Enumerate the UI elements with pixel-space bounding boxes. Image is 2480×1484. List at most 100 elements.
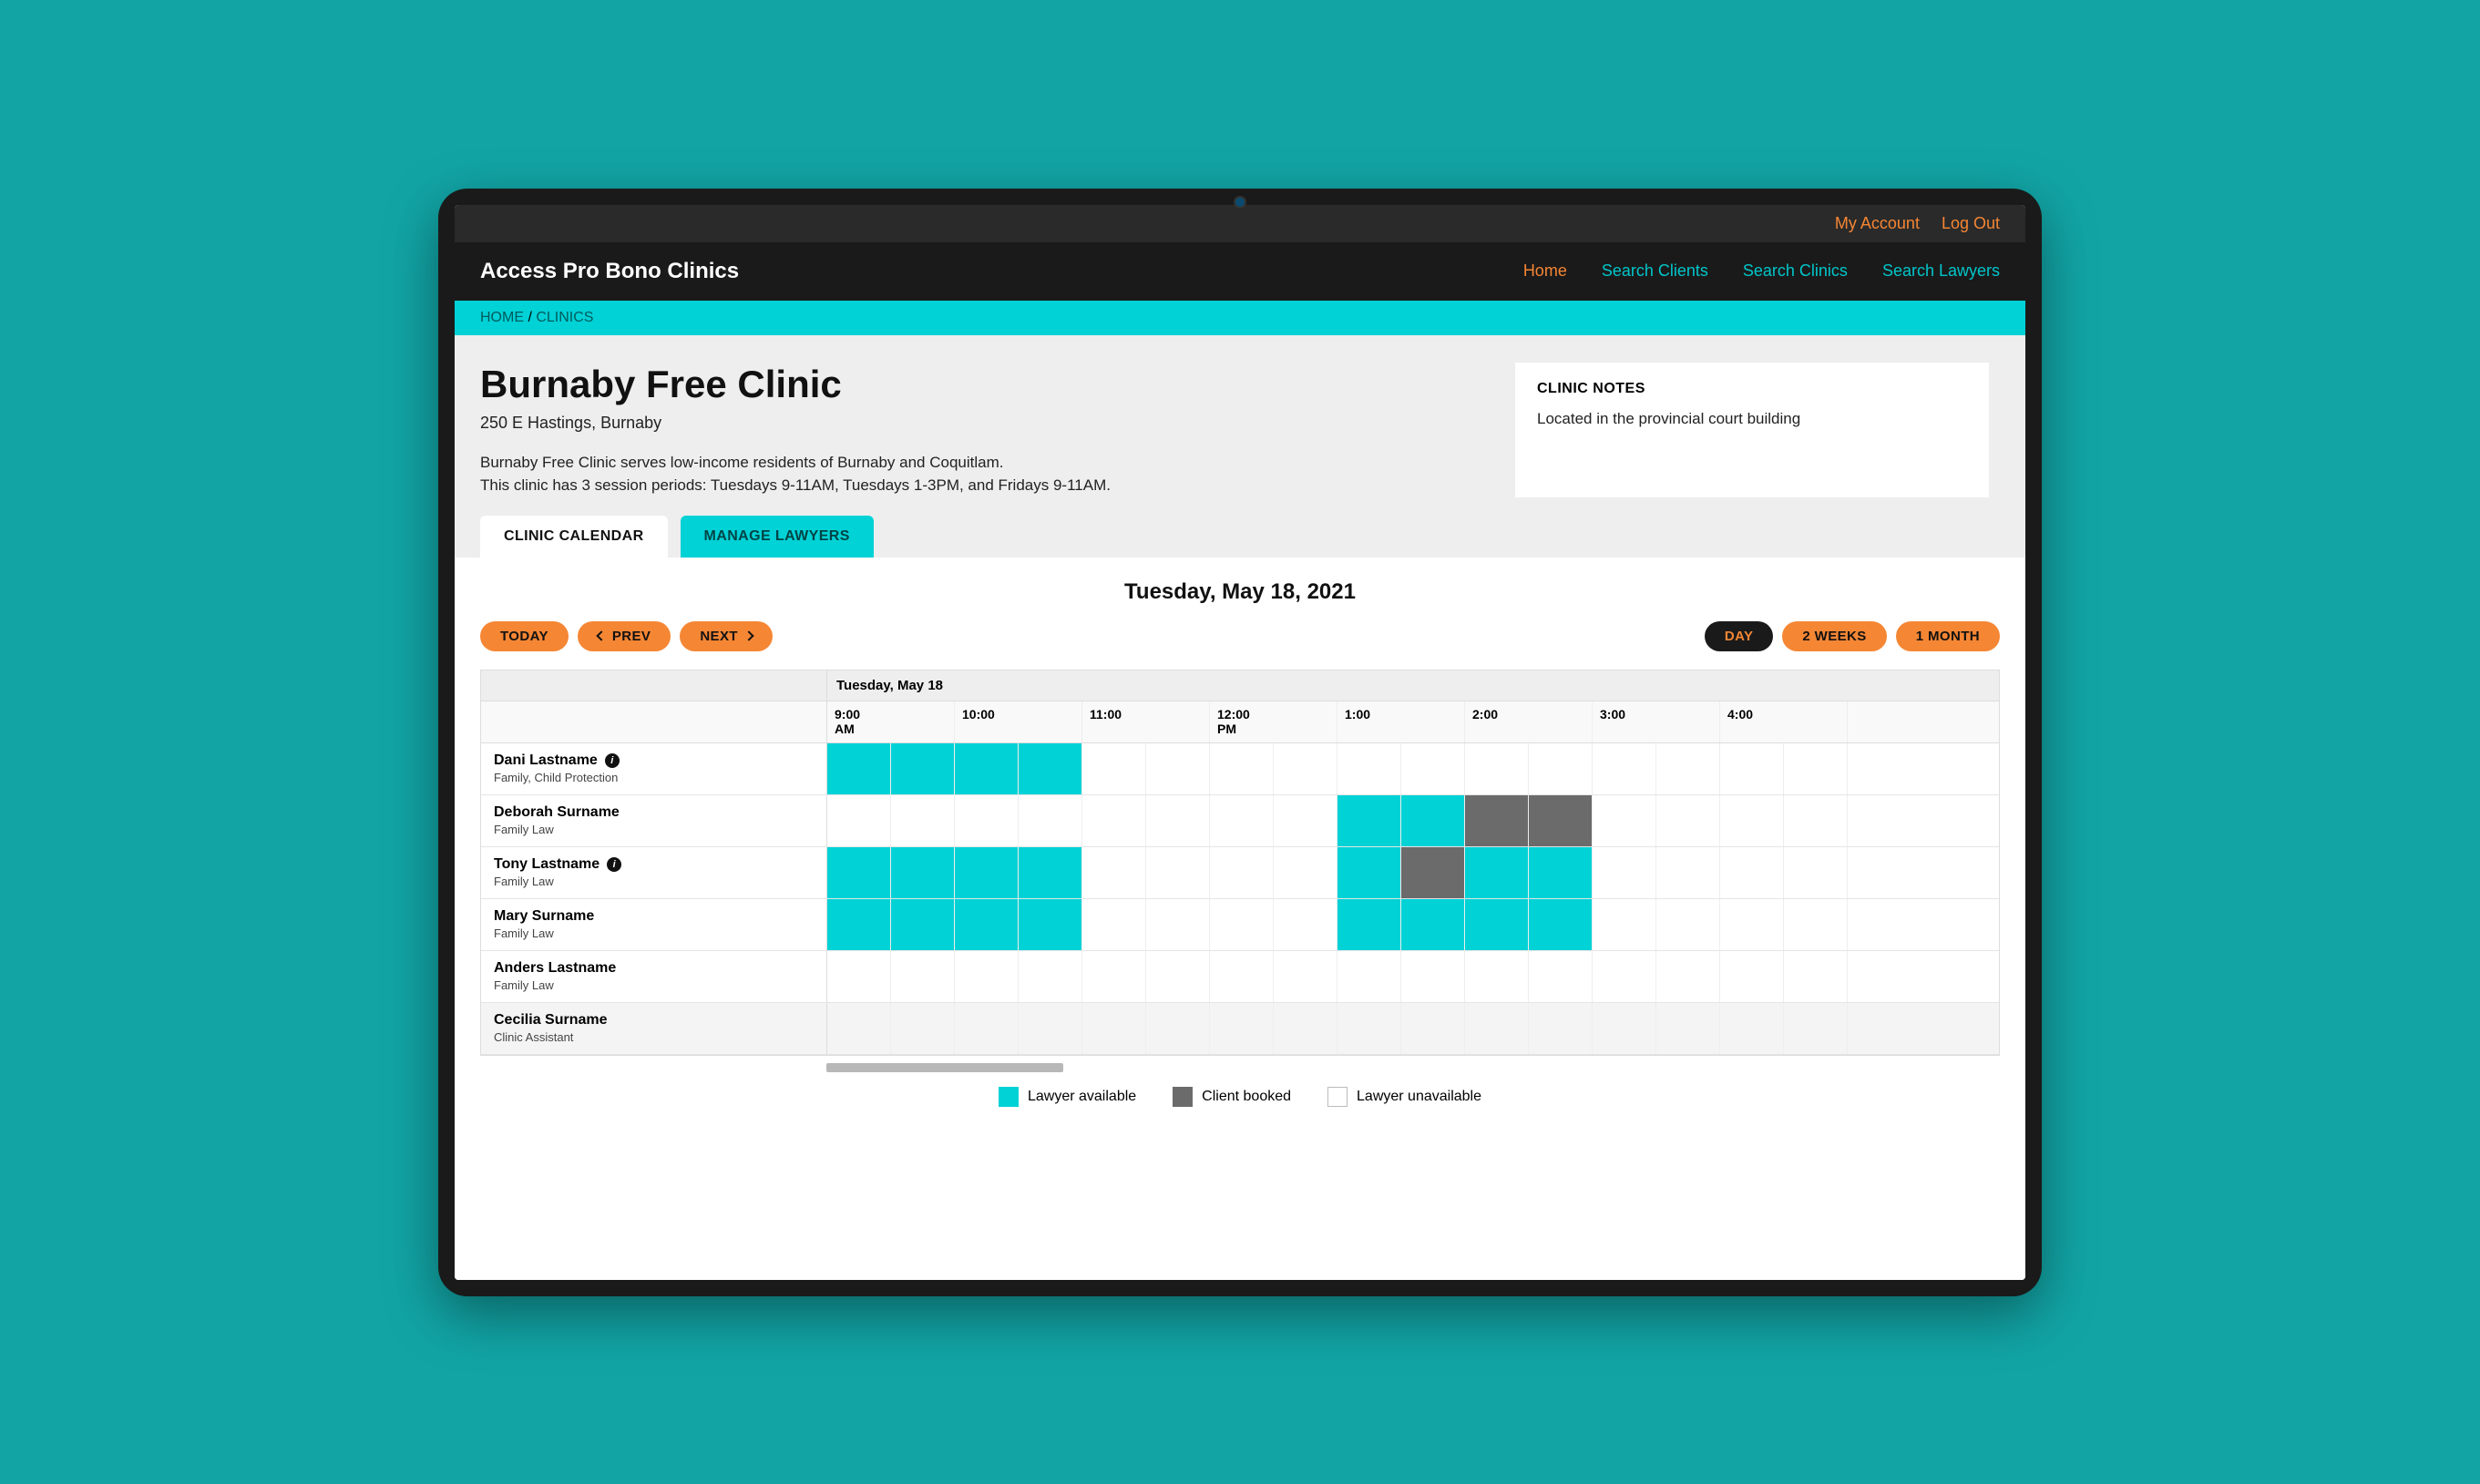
slot-empty[interactable] [1784, 899, 1848, 950]
slot-available[interactable] [1401, 899, 1465, 950]
logout-link[interactable]: Log Out [1942, 214, 2000, 233]
slot-available[interactable] [1337, 899, 1401, 950]
slot-empty[interactable] [1019, 795, 1082, 846]
slot-empty[interactable] [1656, 1003, 1720, 1054]
slot-available[interactable] [1465, 899, 1529, 950]
slot-empty[interactable] [1593, 899, 1656, 950]
slot-empty[interactable] [1146, 951, 1210, 1002]
info-icon[interactable]: i [605, 753, 620, 768]
slot-empty[interactable] [1210, 951, 1274, 1002]
slot-available[interactable] [891, 847, 955, 898]
slot-empty[interactable] [1593, 847, 1656, 898]
slot-empty[interactable] [1720, 847, 1784, 898]
slot-booked[interactable] [1529, 795, 1593, 846]
horizontal-scrollbar[interactable] [826, 1063, 1063, 1072]
slot-available[interactable] [1465, 847, 1529, 898]
slot-empty[interactable] [1337, 743, 1401, 794]
slot-empty[interactable] [1656, 899, 1720, 950]
slot-empty[interactable] [1720, 1003, 1784, 1054]
slot-empty[interactable] [1210, 795, 1274, 846]
slot-empty[interactable] [1082, 795, 1146, 846]
slot-available[interactable] [955, 743, 1019, 794]
slot-booked[interactable] [1401, 847, 1465, 898]
breadcrumb-home[interactable]: HOME [480, 310, 524, 325]
slot-empty[interactable] [1656, 743, 1720, 794]
next-button[interactable]: NEXT [680, 621, 773, 651]
slot-empty[interactable] [1082, 899, 1146, 950]
slot-empty[interactable] [1656, 951, 1720, 1002]
slot-empty[interactable] [1146, 1003, 1210, 1054]
slot-empty[interactable] [1720, 795, 1784, 846]
slot-empty[interactable] [1784, 951, 1848, 1002]
slot-empty[interactable] [1465, 951, 1529, 1002]
slot-empty[interactable] [1146, 743, 1210, 794]
tab-clinic-calendar[interactable]: CLINIC CALENDAR [480, 516, 668, 558]
slot-available[interactable] [1019, 899, 1082, 950]
slot-empty[interactable] [955, 795, 1019, 846]
slot-empty[interactable] [891, 951, 955, 1002]
tab-manage-lawyers[interactable]: MANAGE LAWYERS [681, 516, 874, 558]
slot-available[interactable] [827, 743, 891, 794]
slot-empty[interactable] [1720, 951, 1784, 1002]
slot-empty[interactable] [1656, 795, 1720, 846]
slot-empty[interactable] [1337, 1003, 1401, 1054]
slot-empty[interactable] [1656, 847, 1720, 898]
view-2weeks-button[interactable]: 2 WEEKS [1782, 621, 1886, 651]
slot-empty[interactable] [1784, 743, 1848, 794]
slot-empty[interactable] [891, 1003, 955, 1054]
slot-empty[interactable] [1082, 1003, 1146, 1054]
slot-available[interactable] [891, 899, 955, 950]
nav-search-clients[interactable]: Search Clients [1602, 261, 1708, 281]
slot-empty[interactable] [827, 951, 891, 1002]
my-account-link[interactable]: My Account [1835, 214, 1920, 233]
slot-empty[interactable] [1082, 847, 1146, 898]
slot-empty[interactable] [1784, 1003, 1848, 1054]
info-icon[interactable]: i [607, 857, 621, 872]
slot-booked[interactable] [1465, 795, 1529, 846]
nav-search-lawyers[interactable]: Search Lawyers [1882, 261, 2000, 281]
slot-empty[interactable] [1274, 1003, 1337, 1054]
slot-empty[interactable] [891, 795, 955, 846]
slot-empty[interactable] [1274, 795, 1337, 846]
slot-empty[interactable] [1593, 743, 1656, 794]
slot-available[interactable] [955, 847, 1019, 898]
slot-available[interactable] [1337, 795, 1401, 846]
slot-empty[interactable] [1401, 743, 1465, 794]
slot-empty[interactable] [1529, 743, 1593, 794]
slot-empty[interactable] [1720, 899, 1784, 950]
nav-home[interactable]: Home [1523, 261, 1567, 281]
slot-available[interactable] [1019, 743, 1082, 794]
slot-empty[interactable] [1720, 743, 1784, 794]
view-1month-button[interactable]: 1 MONTH [1896, 621, 2000, 651]
slot-empty[interactable] [1210, 899, 1274, 950]
slot-empty[interactable] [1210, 847, 1274, 898]
slot-empty[interactable] [1784, 795, 1848, 846]
slot-empty[interactable] [1210, 1003, 1274, 1054]
slot-empty[interactable] [1593, 951, 1656, 1002]
slot-available[interactable] [827, 899, 891, 950]
slot-empty[interactable] [1082, 743, 1146, 794]
slot-empty[interactable] [1401, 1003, 1465, 1054]
slot-empty[interactable] [955, 1003, 1019, 1054]
slot-empty[interactable] [1465, 743, 1529, 794]
slot-empty[interactable] [1146, 847, 1210, 898]
slot-empty[interactable] [955, 951, 1019, 1002]
slot-available[interactable] [1337, 847, 1401, 898]
slot-empty[interactable] [1274, 743, 1337, 794]
view-day-button[interactable]: DAY [1705, 621, 1774, 651]
slot-available[interactable] [1401, 795, 1465, 846]
slot-empty[interactable] [1784, 847, 1848, 898]
slot-empty[interactable] [1082, 951, 1146, 1002]
slot-empty[interactable] [827, 1003, 891, 1054]
slot-empty[interactable] [1210, 743, 1274, 794]
prev-button[interactable]: PREV [578, 621, 671, 651]
slot-empty[interactable] [1146, 899, 1210, 950]
slot-empty[interactable] [1529, 951, 1593, 1002]
slot-available[interactable] [1529, 847, 1593, 898]
slot-empty[interactable] [1401, 951, 1465, 1002]
slot-empty[interactable] [1337, 951, 1401, 1002]
slot-empty[interactable] [1019, 1003, 1082, 1054]
slot-empty[interactable] [1529, 1003, 1593, 1054]
slot-empty[interactable] [1146, 795, 1210, 846]
slot-available[interactable] [891, 743, 955, 794]
